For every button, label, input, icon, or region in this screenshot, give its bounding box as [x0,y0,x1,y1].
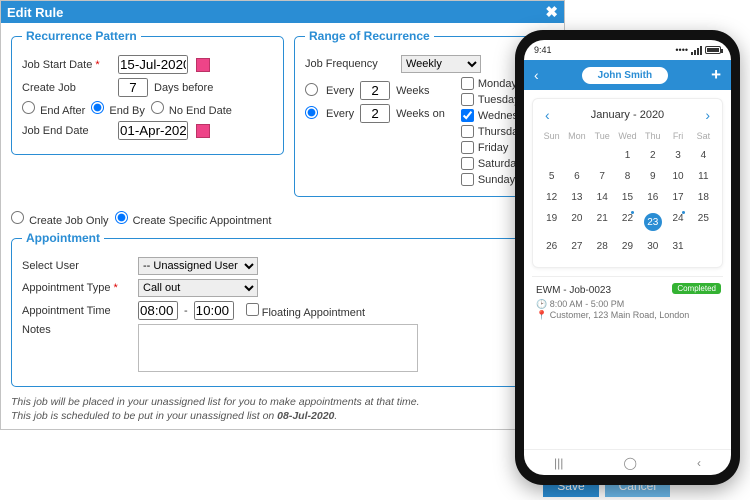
phone-navbar: ||| ◯ ‹ [524,449,731,475]
cellular-icon: •••• [675,45,688,55]
every-weeks-on-radio[interactable] [305,106,320,122]
calendar-day[interactable]: 19 [539,208,564,236]
calendar-day[interactable]: 1 [615,145,640,166]
phone-header: ‹ John Smith + [524,60,731,90]
calendar-day[interactable]: 10 [665,166,690,187]
notes-textarea[interactable] [138,324,418,372]
select-user-dropdown[interactable]: -- Unassigned User -- [138,257,258,275]
back-icon[interactable]: ‹ [534,67,539,83]
calendar-day[interactable]: 12 [539,187,564,208]
appt-type-dropdown[interactable]: Call out [138,279,258,297]
no-end-date-radio[interactable]: No End Date [151,101,232,117]
calendar-day [539,145,564,166]
calendar-day [564,145,589,166]
calendar-day[interactable]: 27 [564,236,589,257]
edit-rule-dialog: Edit Rule ✖ Recurrence Pattern Job Start… [0,0,565,430]
calendar-day[interactable]: 30 [640,236,665,257]
calendar-day[interactable]: 23 [640,208,665,236]
add-icon[interactable]: + [711,65,721,85]
time-to-input[interactable] [194,301,234,320]
job-time: 🕑 8:00 AM - 5:00 PM [536,299,719,310]
create-job-days-input[interactable] [118,78,148,97]
days-before-label: Days before [154,82,213,94]
recurrence-pattern-group: Recurrence Pattern Job Start Date * Crea… [11,29,284,155]
appt-type-label: Appointment Type [22,282,110,294]
appt-time-label: Appointment Time [22,305,132,317]
calendar-day[interactable]: 2 [640,145,665,166]
end-date-label: Job End Date [22,125,112,137]
every-weeks-input[interactable] [360,81,390,100]
end-by-radio[interactable]: End By [91,101,145,117]
end-after-radio[interactable]: End After [22,101,85,117]
calendar-icon[interactable] [196,58,210,72]
user-pill[interactable]: John Smith [582,67,668,84]
calendar-day[interactable]: 18 [691,187,716,208]
calendar-day[interactable]: 17 [665,187,690,208]
calendar-grid: 1234567891011121314151617181920212223242… [539,145,716,257]
back-nav-icon[interactable]: ‹ [697,456,701,470]
frequency-select[interactable]: Weekly [401,55,481,73]
calendar-day[interactable]: 13 [564,187,589,208]
job-card[interactable]: Completed EWM - Job-0023 🕑 8:00 AM - 5:0… [532,276,723,329]
calendar-day[interactable]: 9 [640,166,665,187]
calendar-day[interactable]: 15 [615,187,640,208]
time-from-input[interactable] [138,301,178,320]
calendar-day[interactable]: 7 [590,166,615,187]
calendar-day [590,145,615,166]
calendar-day[interactable]: 31 [665,236,690,257]
close-icon[interactable]: ✖ [545,3,558,21]
calendar-day[interactable]: 20 [564,208,589,236]
calendar-day[interactable]: 5 [539,166,564,187]
range-legend: Range of Recurrence [305,29,434,43]
recurrence-legend: Recurrence Pattern [22,29,141,43]
calendar-day[interactable]: 11 [691,166,716,187]
every-weeks-on-input[interactable] [360,104,390,123]
calendar-day[interactable]: 24 [665,208,690,236]
calendar-day[interactable]: 21 [590,208,615,236]
prev-month-icon[interactable]: ‹ [545,107,550,123]
dialog-title: Edit Rule [7,5,63,20]
phone-mockup: 9:41 •••• ‹ John Smith + ‹ January - 202… [515,30,740,485]
next-month-icon[interactable]: › [705,107,710,123]
home-icon[interactable]: ◯ [623,456,636,470]
calendar-day[interactable]: 8 [615,166,640,187]
calendar-card: ‹ January - 2020 › SunMonTueWedThuFriSat… [532,98,723,268]
job-location: 📍 Customer, 123 Main Road, London [536,310,719,321]
battery-icon [705,46,721,54]
calendar-day [691,236,716,257]
calendar-month: January - 2020 [591,109,664,121]
weekday-header: SunMonTueWedThuFriSat [539,131,716,141]
create-job-label: Create Job [22,82,112,94]
appointment-group: Appointment Select User -- Unassigned Us… [11,231,554,387]
floating-appt-checkbox[interactable]: Floating Appointment [246,303,365,319]
calendar-day[interactable]: 3 [665,145,690,166]
start-date-label: Job Start Date [22,59,92,71]
calendar-day[interactable]: 29 [615,236,640,257]
end-date-input[interactable] [118,121,188,140]
select-user-label: Select User [22,260,132,272]
notes-label: Notes [22,324,132,336]
calendar-day[interactable]: 14 [590,187,615,208]
titlebar: Edit Rule ✖ [1,1,564,23]
recents-icon[interactable]: ||| [554,456,563,470]
create-specific-appt-radio[interactable]: Create Specific Appointment [115,211,272,227]
calendar-icon[interactable] [196,124,210,138]
phone-statusbar: 9:41 •••• [524,40,731,60]
calendar-day[interactable]: 26 [539,236,564,257]
footnote: This job will be placed in your unassign… [11,395,554,423]
calendar-day[interactable]: 4 [691,145,716,166]
frequency-label: Job Frequency [305,58,395,70]
phone-time: 9:41 [534,45,552,55]
every-weeks-radio[interactable] [305,83,320,99]
create-job-only-radio[interactable]: Create Job Only [11,211,109,227]
calendar-day[interactable]: 25 [691,208,716,236]
calendar-day[interactable]: 28 [590,236,615,257]
calendar-day[interactable]: 6 [564,166,589,187]
start-date-input[interactable] [118,55,188,74]
signal-icon [691,46,702,55]
calendar-day[interactable]: 22 [615,208,640,236]
status-badge: Completed [672,283,721,294]
appointment-legend: Appointment [22,231,104,245]
calendar-day[interactable]: 16 [640,187,665,208]
